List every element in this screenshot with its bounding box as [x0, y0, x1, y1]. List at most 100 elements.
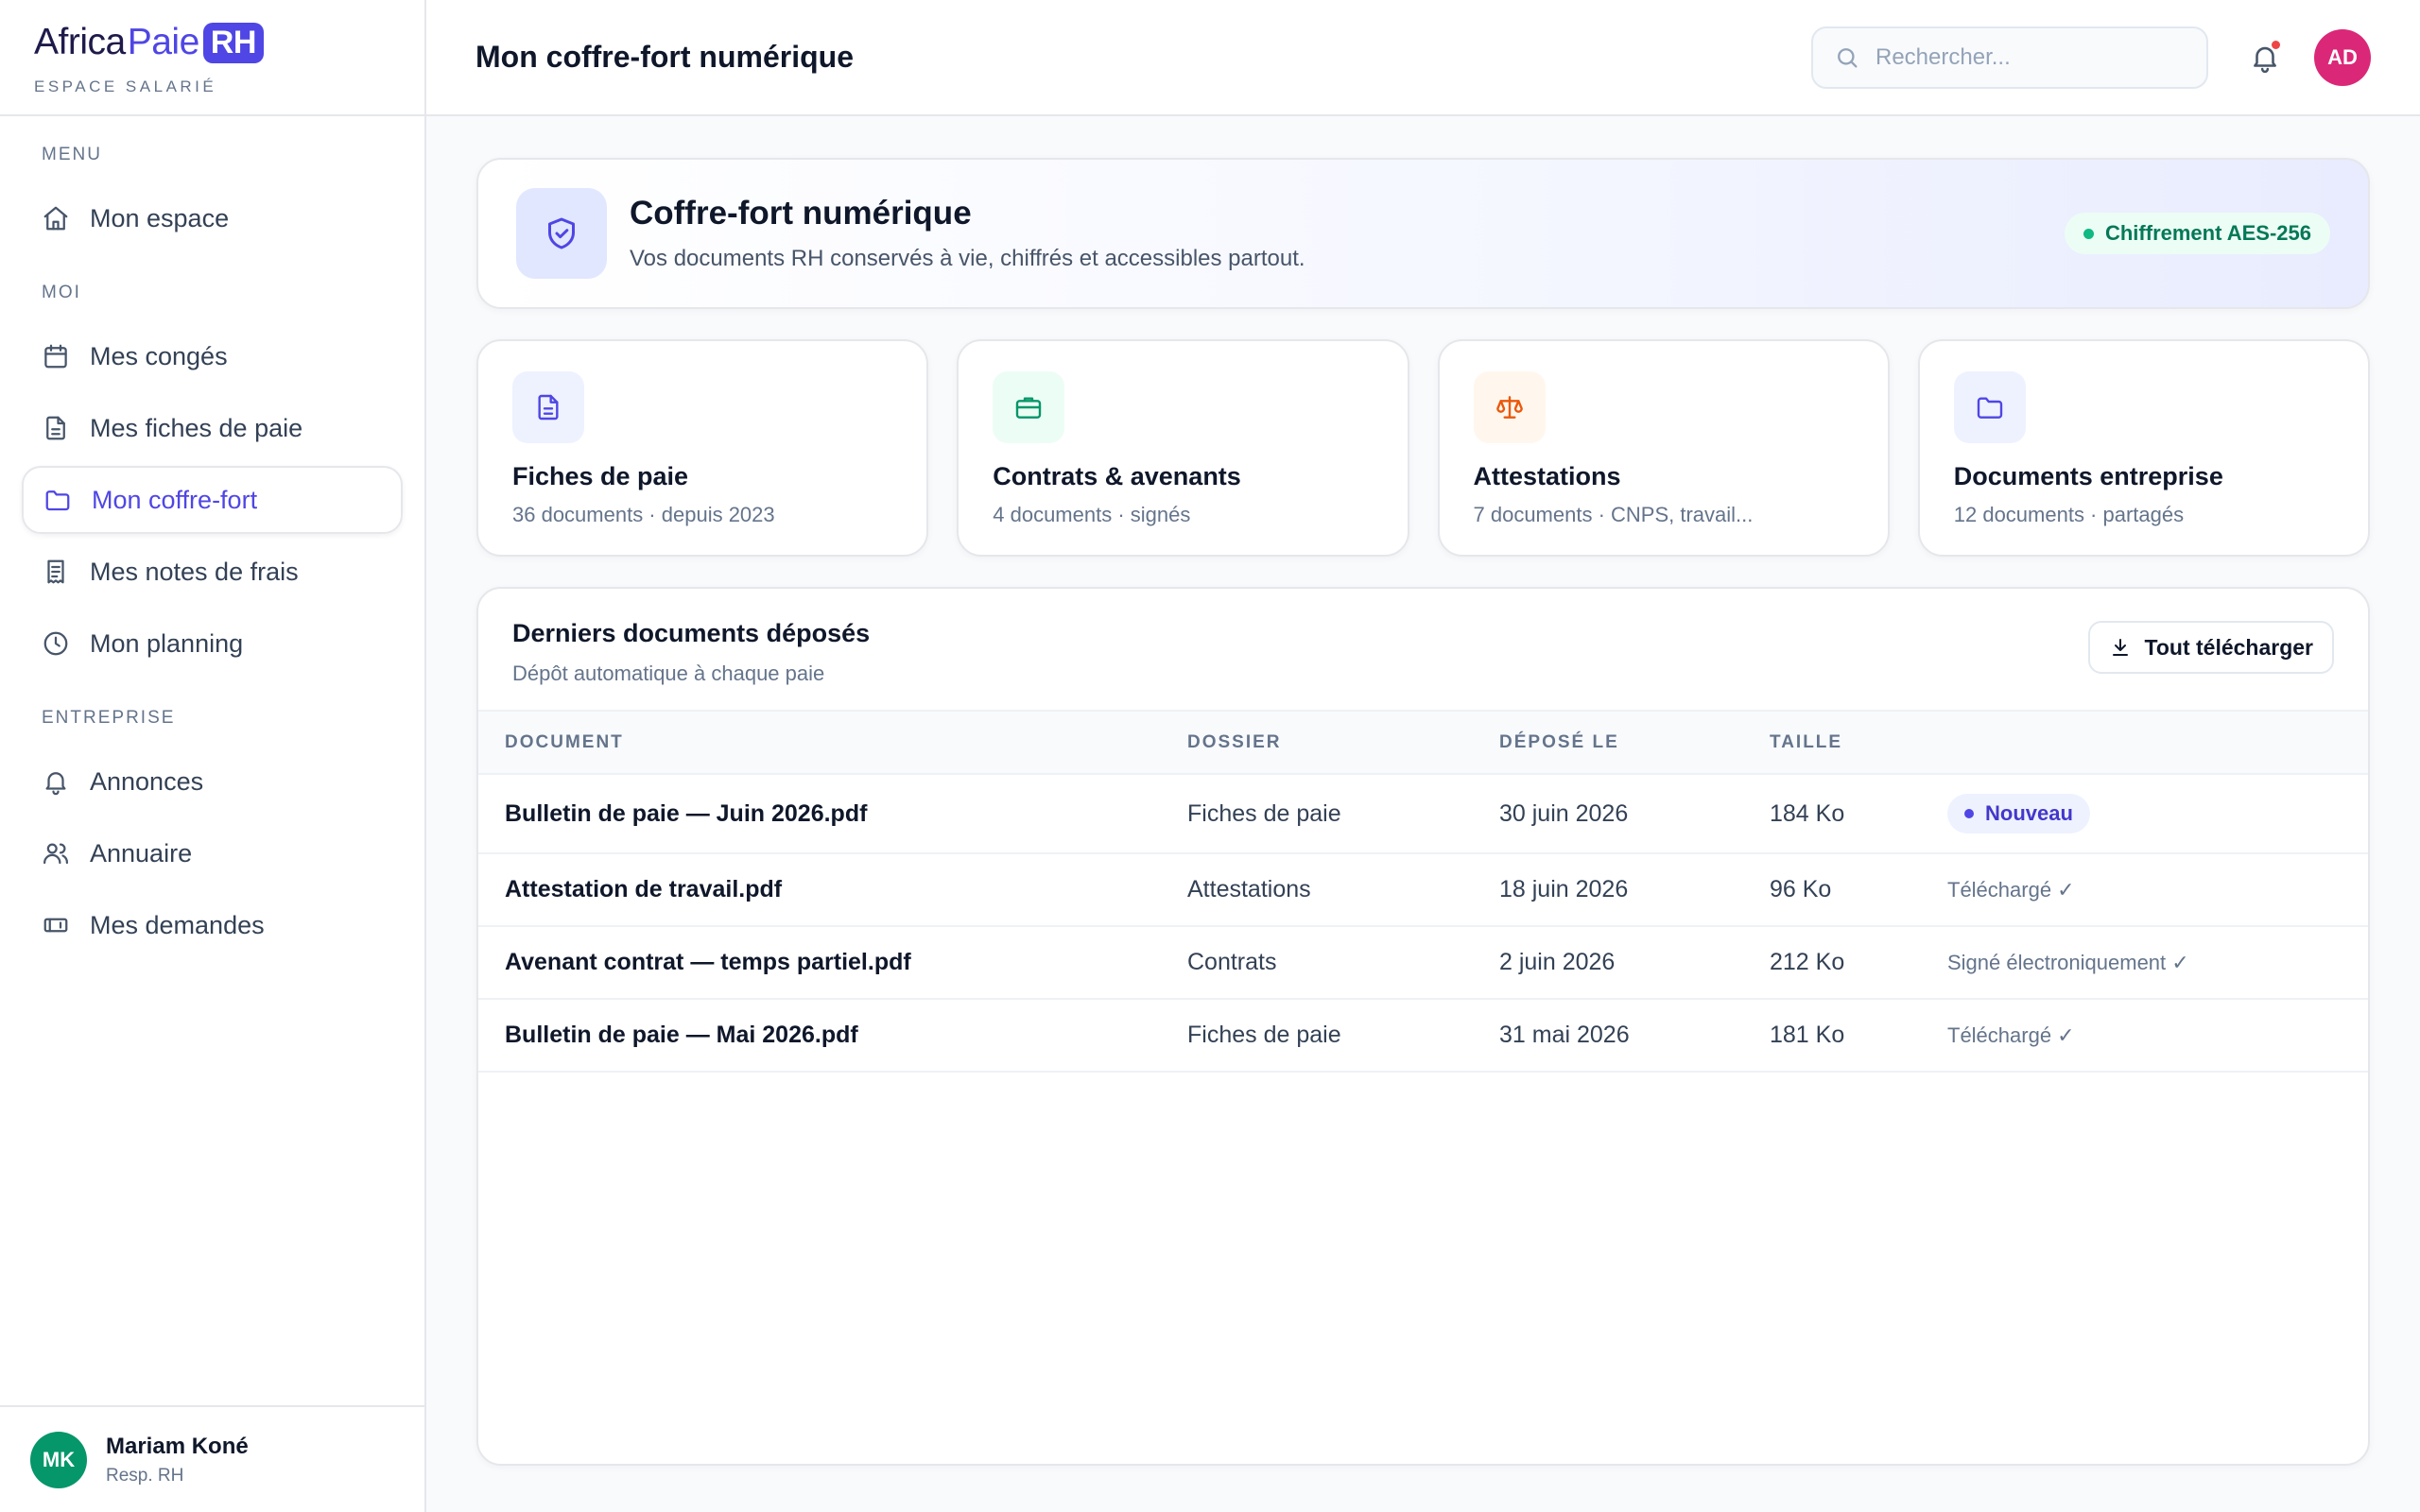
sidebar-item-mon-coffre-fort[interactable]: Mon coffre-fort	[22, 466, 403, 534]
table-header-row: DOCUMENT DOSSIER DÉPOSÉ LE TAILLE	[478, 712, 2368, 775]
document-size: 181 Ko	[1743, 999, 1921, 1073]
sidebar-nav: MENU Mon espace MOI Mes congés Mes fiche…	[0, 116, 424, 959]
brand: Africa Paie RH ESPACE SALARIÉ	[0, 0, 424, 116]
card-subtitle: 7 documents · CNPS, travail...	[1473, 503, 1754, 526]
document-name[interactable]: Bulletin de paie — Mai 2026.pdf	[478, 999, 1161, 1073]
hero-subtitle: Vos documents RH conservés à vie, chiffr…	[630, 246, 1305, 271]
folder-card-attestations[interactable]: Attestations 7 documents · CNPS, travail…	[1437, 339, 1890, 557]
card-subtitle: 12 documents · partagés	[1953, 503, 2185, 526]
column-header[interactable]: DOSSIER	[1161, 712, 1473, 775]
sidebar-item-label: Annuaire	[90, 838, 193, 868]
sidebar-item-mes-demandes[interactable]: Mes demandes	[22, 891, 403, 959]
document-folder: Fiches de paie	[1161, 999, 1473, 1073]
panel-subtitle: Dépôt automatique à chaque paie	[512, 662, 825, 685]
sidebar-item-mes-fiches-de-paie[interactable]: Mes fiches de paie	[22, 394, 403, 462]
content: Coffre-fort numérique Vos documents RH c…	[426, 116, 2420, 1466]
sidebar-item-annuaire[interactable]: Annuaire	[22, 819, 403, 887]
sidebar-item-label: Mes notes de frais	[90, 557, 299, 586]
file-text-icon	[512, 371, 584, 443]
document-size: 184 Ko	[1743, 774, 1921, 854]
document-name[interactable]: Attestation de travail.pdf	[478, 853, 1161, 927]
column-header[interactable]: TAILLE	[1743, 712, 1921, 775]
document-folder: Attestations	[1161, 853, 1473, 927]
top-avatar[interactable]: AD	[2314, 28, 2371, 86]
card-title: Attestations	[1473, 462, 1621, 490]
shield-icon	[516, 188, 607, 279]
briefcase-icon	[993, 371, 1065, 443]
document-status-cell: Téléchargé ✓	[1921, 999, 2368, 1073]
table-row[interactable]: Avenant contrat — temps partiel.pdf Cont…	[478, 926, 2368, 1000]
panel-header: Derniers documents déposés Dépôt automat…	[478, 589, 2368, 712]
column-header[interactable]: DOCUMENT	[478, 712, 1161, 775]
sidebar-item-mon-espace[interactable]: Mon espace	[22, 184, 403, 252]
scale-icon	[1473, 371, 1546, 443]
sidebar-item-label: Mon coffre-fort	[92, 485, 258, 514]
vault-hero: Coffre-fort numérique Vos documents RH c…	[476, 158, 2370, 309]
sidebar-item-annonces[interactable]: Annonces	[22, 747, 403, 816]
panel-title: Derniers documents déposés	[512, 619, 871, 647]
logo-rh: RH	[202, 22, 264, 63]
folder-card-contrats[interactable]: Contrats & avenants 4 documents · signés	[957, 339, 1409, 557]
search-input[interactable]	[1876, 43, 2187, 71]
status-badge-label: Nouveau	[1985, 801, 2073, 825]
notifications-button[interactable]	[2244, 37, 2286, 78]
user-profile[interactable]: MK Mariam Koné Resp. RH	[0, 1405, 424, 1512]
sidebar: Africa Paie RH ESPACE SALARIÉ MENU Mon e…	[0, 0, 426, 1512]
folder-icon	[43, 485, 73, 515]
receipt-icon	[41, 557, 71, 587]
document-icon	[41, 413, 71, 443]
table-row[interactable]: Attestation de travail.pdf Attestations …	[478, 853, 2368, 927]
document-status: Téléchargé ✓	[1947, 1023, 2075, 1047]
bell-icon	[41, 766, 71, 797]
user-name: Mariam Koné	[106, 1433, 249, 1459]
encryption-badge: Chiffrement AES-256	[2064, 213, 2330, 254]
nav-section-moi: MOI	[42, 283, 81, 302]
users-icon	[41, 838, 71, 868]
document-size: 212 Ko	[1743, 926, 1921, 1000]
sidebar-item-label: Mes demandes	[90, 910, 265, 939]
document-name[interactable]: Bulletin de paie — Juin 2026.pdf	[478, 774, 1161, 854]
sidebar-item-label: Annonces	[90, 766, 204, 796]
sidebar-item-mon-planning[interactable]: Mon planning	[22, 610, 403, 678]
download-all-label: Tout télécharger	[2144, 634, 2314, 660]
encryption-badge-label: Chiffrement AES-256	[2104, 221, 2311, 245]
sidebar-item-mes-conges[interactable]: Mes congés	[22, 322, 403, 390]
sidebar-item-label: Mon espace	[90, 203, 230, 232]
ticket-icon	[41, 910, 71, 940]
clock-icon	[41, 628, 71, 659]
download-icon	[2109, 636, 2132, 659]
document-status: Signé électroniquement ✓	[1947, 951, 2189, 974]
avatar: MK	[30, 1431, 87, 1488]
app-root: Africa Paie RH ESPACE SALARIÉ MENU Mon e…	[0, 0, 2420, 1512]
folder-card-fiches-de-paie[interactable]: Fiches de paie 36 documents · depuis 202…	[476, 339, 929, 557]
card-subtitle: 36 documents · depuis 2023	[512, 503, 775, 526]
sidebar-item-label: Mes fiches de paie	[90, 413, 303, 442]
folder-icon	[1953, 371, 2026, 443]
search-box[interactable]	[1811, 26, 2208, 89]
sidebar-item-label: Mon planning	[90, 628, 244, 658]
document-folder: Fiches de paie	[1161, 774, 1473, 854]
document-name[interactable]: Avenant contrat — temps partiel.pdf	[478, 926, 1161, 1000]
panel-heading: Derniers documents déposés Dépôt automat…	[512, 619, 2088, 686]
main-area: Mon coffre-fort numérique AD	[426, 0, 2420, 1512]
notification-dot	[2272, 40, 2280, 49]
nav-section-menu: MENU	[42, 145, 102, 164]
status-badge: Nouveau	[1947, 794, 2090, 833]
card-title: Documents entreprise	[1953, 462, 2223, 490]
column-header	[1921, 712, 2368, 775]
document-status: Téléchargé ✓	[1947, 878, 2075, 902]
card-subtitle: 4 documents · signés	[993, 503, 1191, 526]
folder-card-documents-entreprise[interactable]: Documents entreprise 12 documents · part…	[1917, 339, 2370, 557]
hero-text: Coffre-fort numérique Vos documents RH c…	[630, 195, 2065, 272]
sidebar-item-mes-notes-de-frais[interactable]: Mes notes de frais	[22, 538, 403, 606]
download-all-button[interactable]: Tout télécharger	[2087, 621, 2334, 674]
table-row[interactable]: Bulletin de paie — Juin 2026.pdf Fiches …	[478, 774, 2368, 854]
app-logo[interactable]: Africa Paie RH	[34, 19, 424, 66]
page-title: Mon coffre-fort numérique	[475, 40, 854, 74]
nav-section-entreprise: ENTREPRISE	[42, 708, 176, 728]
card-title: Fiches de paie	[512, 462, 689, 490]
column-header[interactable]: DÉPOSÉ LE	[1473, 712, 1743, 775]
brand-subtitle: ESPACE SALARIÉ	[34, 77, 217, 95]
calendar-icon	[41, 341, 71, 371]
table-row[interactable]: Bulletin de paie — Mai 2026.pdf Fiches d…	[478, 999, 2368, 1073]
